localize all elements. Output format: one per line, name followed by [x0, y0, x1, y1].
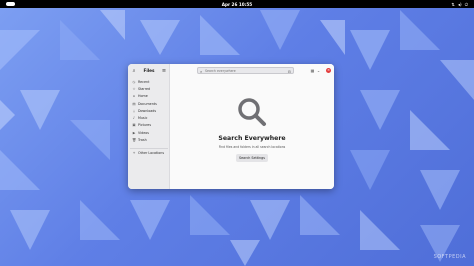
sidebar-item-home[interactable]: ⌂ Home — [130, 93, 168, 100]
star-icon: ☆ — [132, 86, 136, 91]
sidebar-item-label: Other Locations — [138, 151, 165, 156]
files-window: ⌕ Files ≡ ◷ Recent ☆ Starred ⌂ Home ▤ Do… — [128, 64, 334, 189]
places-list: ◷ Recent ☆ Starred ⌂ Home ▤ Documents ⤓ … — [130, 78, 168, 157]
system-menu[interactable]: ⇅ ◂) ⏻ — [451, 2, 468, 7]
filter-icon[interactable]: ⊟ — [288, 69, 291, 75]
sidebar-item-downloads[interactable]: ⤓ Downloads — [130, 107, 168, 114]
watermark: SOFTPEDIA — [433, 254, 466, 260]
sidebar-item-documents[interactable]: ▤ Documents — [130, 100, 168, 107]
sidebar-item-starred[interactable]: ☆ Starred — [130, 85, 168, 92]
clock-icon: ◷ — [132, 79, 136, 84]
close-icon: × — [327, 68, 330, 72]
view-options-button[interactable]: ⌄ — [316, 68, 321, 73]
clock[interactable]: Apr 26 10:55 — [0, 2, 474, 7]
sidebar-item-label: Trash — [138, 138, 147, 143]
close-button[interactable]: × — [326, 68, 331, 73]
empty-state-title: Search Everywhere — [218, 135, 286, 142]
plus-icon: + — [132, 151, 136, 156]
sidebar-item-recent[interactable]: ◷ Recent — [130, 78, 168, 85]
sidebar-item-trash[interactable]: 🗑 Trash — [130, 136, 168, 143]
picture-icon: ▣ — [132, 123, 136, 128]
search-settings-button[interactable]: Search Settings — [236, 154, 268, 162]
main-pane: ⌕ ⊟ ▦ ⌄ × Search Everywhere Find files a… — [170, 64, 334, 189]
sidebar-item-label: Music — [138, 116, 148, 121]
view-mode-button[interactable]: ▦ — [310, 68, 315, 73]
sidebar-item-label: Pictures — [138, 123, 152, 128]
search-icon: ⌕ — [200, 68, 203, 74]
sidebar-header: ⌕ Files ≡ — [128, 64, 170, 78]
power-icon: ⏻ — [464, 1, 468, 7]
grid-icon: ▦ — [310, 68, 315, 73]
sidebar-item-label: Home — [138, 94, 148, 99]
sidebar-item-label: Videos — [138, 130, 149, 135]
sidebar-item-videos[interactable]: ▶ Videos — [130, 129, 168, 136]
sidebar-item-label: Recent — [138, 79, 150, 84]
header-bar: ⌕ ⊟ ▦ ⌄ × — [170, 64, 334, 78]
trash-icon: 🗑 — [132, 138, 137, 143]
sidebar-item-label: Downloads — [138, 108, 157, 113]
sidebar-item-label: Starred — [138, 86, 151, 91]
music-icon: ♪ — [132, 116, 136, 121]
sidebar-item-other-locations[interactable]: + Other Locations — [130, 147, 168, 157]
video-icon: ▶ — [132, 130, 136, 135]
search-icon — [238, 98, 266, 126]
chevron-down-icon: ⌄ — [316, 68, 321, 73]
sidebar-item-label: Documents — [138, 101, 157, 106]
empty-state: Search Everywhere Find files and folders… — [170, 78, 334, 189]
download-icon: ⤓ — [133, 108, 135, 113]
network-icon: ⇅ — [451, 1, 455, 7]
document-icon: ▤ — [132, 101, 136, 106]
volume-icon: ◂) — [457, 1, 462, 7]
main-menu-button[interactable]: ≡ — [161, 68, 167, 74]
home-icon: ⌂ — [132, 94, 136, 99]
top-bar: Apr 26 10:55 ⇅ ◂) ⏻ — [0, 0, 474, 8]
sidebar: ⌕ Files ≡ ◷ Recent ☆ Starred ⌂ Home ▤ Do… — [128, 64, 170, 189]
sidebar-item-pictures[interactable]: ▣ Pictures — [130, 122, 168, 129]
empty-state-subtitle: Find files and folders in all search loc… — [218, 145, 286, 149]
sidebar-item-music[interactable]: ♪ Music — [130, 114, 168, 121]
search-input[interactable] — [205, 68, 285, 74]
search-input-container[interactable]: ⌕ ⊟ — [197, 67, 294, 74]
hamburger-icon: ≡ — [161, 68, 167, 74]
